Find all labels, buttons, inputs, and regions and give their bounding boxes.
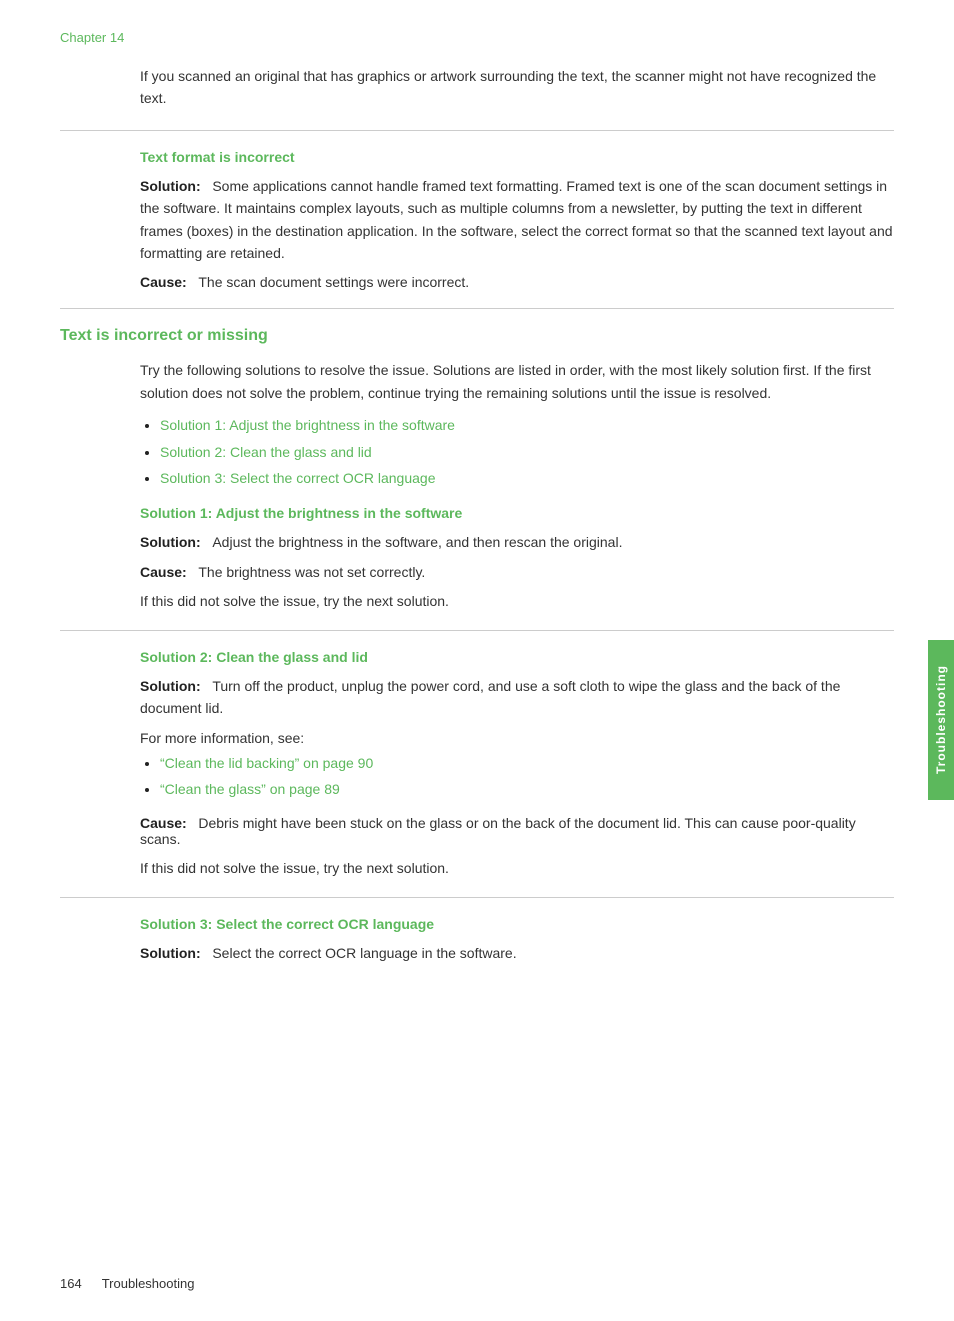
footer: 164 Troubleshooting	[60, 1276, 194, 1291]
chapter-label: Chapter 14	[60, 30, 894, 45]
solution1-heading: Solution 1: Adjust the brightness in the…	[140, 505, 894, 521]
intro-paragraph: If you scanned an original that has grap…	[140, 65, 894, 110]
solution2-heading: Solution 2: Clean the glass and lid	[140, 649, 894, 665]
solution-label-1: Solution:	[140, 178, 201, 194]
solution3-content: Select the correct OCR language in the s…	[212, 945, 516, 961]
footer-page-number: 164	[60, 1276, 82, 1291]
solution1-cause-content: The brightness was not set correctly.	[198, 564, 425, 580]
text-format-cause: Cause: The scan document settings were i…	[140, 274, 894, 290]
solution3-label: Solution:	[140, 945, 201, 961]
solution1-solution-block: Solution: Adjust the brightness in the s…	[140, 531, 894, 553]
solution3-link[interactable]: Solution 3: Select the correct OCR langu…	[160, 470, 436, 486]
list-item-solution1: Solution 1: Adjust the brightness in the…	[160, 414, 894, 436]
solution1-content: Adjust the brightness in the software, a…	[212, 534, 622, 550]
cause-label-s2: Cause:	[140, 815, 187, 831]
solution2-link-item1: “Clean the lid backing” on page 90	[160, 752, 894, 774]
text-format-solution-content: Some applications cannot handle framed t…	[140, 178, 893, 261]
solution1-section: Solution 1: Adjust the brightness in the…	[60, 505, 894, 612]
divider-1	[60, 130, 894, 131]
divider-3	[60, 630, 894, 631]
text-format-solution-block: Solution: Some applications cannot handl…	[140, 175, 894, 265]
clean-glass-link[interactable]: “Clean the glass” on page 89	[160, 781, 340, 797]
solution1-label: Solution:	[140, 534, 201, 550]
solution2-label: Solution:	[140, 678, 201, 694]
solution2-links-list: “Clean the lid backing” on page 90 “Clea…	[140, 752, 894, 801]
solution3-heading: Solution 3: Select the correct OCR langu…	[140, 916, 894, 932]
solution1-solution-text: Solution: Adjust the brightness in the s…	[140, 531, 894, 553]
clean-lid-link[interactable]: “Clean the lid backing” on page 90	[160, 755, 373, 771]
solution1-link[interactable]: Solution 1: Adjust the brightness in the…	[160, 417, 455, 433]
solution3-section: Solution 3: Select the correct OCR langu…	[60, 916, 894, 964]
solution3-solution-text: Solution: Select the correct OCR languag…	[140, 942, 894, 964]
solution1-cause: Cause: The brightness was not set correc…	[140, 564, 894, 580]
solution3-solution-block: Solution: Select the correct OCR languag…	[140, 942, 894, 964]
cause-label-1: Cause:	[140, 274, 187, 290]
solution2-cause: Cause: Debris might have been stuck on t…	[140, 815, 894, 847]
solution2-link-item2: “Clean the glass” on page 89	[160, 778, 894, 800]
solution2-solution-block: Solution: Turn off the product, unplug t…	[140, 675, 894, 720]
divider-2	[60, 308, 894, 309]
page-container: Chapter 14 If you scanned an original th…	[0, 0, 954, 1321]
text-format-solution-text: Solution: Some applications cannot handl…	[140, 175, 894, 265]
cause-label-s1: Cause:	[140, 564, 187, 580]
solutions-list: Solution 1: Adjust the brightness in the…	[140, 414, 894, 489]
text-incorrect-heading: Text is incorrect or missing	[60, 327, 894, 345]
text-incorrect-intro: Try the following solutions to resolve t…	[140, 359, 894, 404]
solution2-section: Solution 2: Clean the glass and lid Solu…	[60, 649, 894, 879]
solution1-followup: If this did not solve the issue, try the…	[140, 590, 894, 612]
list-item-solution3: Solution 3: Select the correct OCR langu…	[160, 467, 894, 489]
text-format-section: Text format is incorrect Solution: Some …	[60, 149, 894, 291]
text-incorrect-section: Text is incorrect or missing Try the fol…	[60, 327, 894, 489]
divider-4	[60, 897, 894, 898]
list-item-solution2: Solution 2: Clean the glass and lid	[160, 441, 894, 463]
side-tab-label: Troubleshooting	[934, 666, 948, 775]
text-format-heading: Text format is incorrect	[140, 149, 894, 165]
solution2-followup: If this did not solve the issue, try the…	[140, 857, 894, 879]
solution2-solution-text: Solution: Turn off the product, unplug t…	[140, 675, 894, 720]
solution2-cause-content: Debris might have been stuck on the glas…	[140, 815, 856, 847]
solution2-content: Turn off the product, unplug the power c…	[140, 678, 840, 716]
solution2-link[interactable]: Solution 2: Clean the glass and lid	[160, 444, 372, 460]
footer-label: Troubleshooting	[102, 1276, 195, 1291]
side-tab: Troubleshooting	[928, 640, 954, 800]
see-also-label: For more information, see:	[140, 730, 894, 746]
text-format-cause-content: The scan document settings were incorrec…	[198, 274, 469, 290]
